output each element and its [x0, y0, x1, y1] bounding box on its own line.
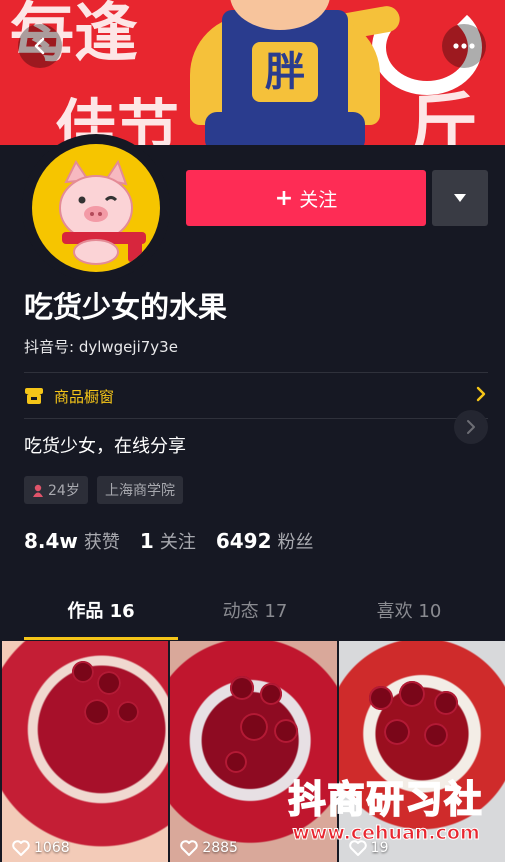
follow-label: 关注: [299, 188, 338, 211]
pomegranate-seed: [97, 671, 121, 695]
chevron-right-icon: [476, 386, 486, 402]
profile-banner: 每逢 佳节 斤 胖: [0, 0, 505, 145]
pomegranate-seed: [117, 701, 139, 723]
video-like-count: 1068: [12, 840, 70, 856]
banner-text-shirt: 胖: [252, 42, 318, 102]
female-person-icon: [33, 484, 43, 497]
video-like-count-text: 1068: [34, 840, 70, 856]
shop-window-label: 商品橱窗: [54, 387, 115, 406]
bio-expand-button[interactable]: [454, 410, 488, 444]
tab-works[interactable]: 作品 16: [24, 588, 178, 640]
douyin-id[interactable]: 抖音号: dylwgeji7y3e: [24, 336, 178, 357]
pomegranate-seed: [84, 699, 110, 725]
likes-count: 8.4w: [24, 529, 78, 553]
more-dots-icon: [453, 43, 475, 49]
follow-button[interactable]: + 关注: [186, 170, 426, 226]
pomegranate-seed: [368, 686, 393, 710]
banner-figure-legs: [205, 112, 365, 145]
pomegranate-seed: [72, 661, 94, 683]
plus-icon: +: [274, 185, 294, 211]
watermark: 抖商研习社 www.cehuan.com: [276, 777, 496, 845]
school-tag: 上海商学院: [97, 476, 183, 504]
pomegranate-seed: [383, 719, 410, 745]
following-label[interactable]: 关注: [160, 528, 196, 554]
tab-updates[interactable]: 动态 17: [178, 588, 332, 638]
banner-text-right: 斤: [408, 85, 478, 145]
pomegranate-seed: [240, 713, 269, 741]
watermark-title: 抖商研习社: [288, 777, 484, 822]
tab-likes[interactable]: 喜欢 10: [332, 588, 486, 638]
profile-tabs: 作品 16 动态 17 喜欢 10: [24, 588, 488, 640]
more-button[interactable]: [442, 24, 486, 68]
likes-label: 获赞: [83, 532, 120, 553]
pomegranate-seed: [225, 751, 248, 773]
pomegranate-seed: [274, 719, 299, 743]
caret-down-icon: [454, 194, 466, 202]
heart-icon: [180, 840, 199, 856]
divider: [24, 372, 488, 373]
video-like-count-text: 2885: [202, 840, 238, 856]
pomegranate-seed: [433, 691, 458, 715]
age-tag-label: 24岁: [48, 483, 80, 499]
pomegranate-seed: [398, 681, 425, 707]
back-arrow-icon: [34, 37, 45, 55]
nickname: 吃货少女的水果: [24, 290, 228, 324]
recommend-expand-button[interactable]: [432, 170, 488, 226]
bio-text: 吃货少女，在线分享: [24, 436, 186, 457]
divider: [24, 418, 488, 419]
pomegranate-seed: [260, 683, 283, 705]
pomegranate-seed: [423, 723, 448, 747]
back-button[interactable]: [18, 24, 62, 68]
avatar-image: [32, 144, 160, 272]
school-tag-label: 上海商学院: [105, 483, 175, 499]
heart-icon: [12, 840, 30, 856]
followers-count[interactable]: 6492: [216, 529, 272, 553]
shop-window-entry[interactable]: 商品橱窗: [24, 376, 488, 416]
following-count[interactable]: 1: [140, 529, 154, 553]
avatar[interactable]: [22, 134, 170, 282]
pig-avatar-icon: [59, 159, 146, 265]
shop-icon: [25, 388, 43, 404]
banner-text-bottom: 佳节: [55, 92, 180, 145]
profile-stats: 8.4w 获赞 1 关注 6492 粉丝: [24, 528, 334, 554]
pomegranate-seed: [230, 676, 255, 700]
watermark-url: www.cehuan.com: [292, 822, 481, 845]
chevron-right-icon: [467, 420, 475, 434]
followers-label[interactable]: 粉丝: [278, 528, 314, 554]
video-like-count: 2885: [180, 840, 238, 856]
video-thumbnail[interactable]: 1068: [2, 641, 169, 862]
age-tag: 24岁: [24, 476, 88, 504]
